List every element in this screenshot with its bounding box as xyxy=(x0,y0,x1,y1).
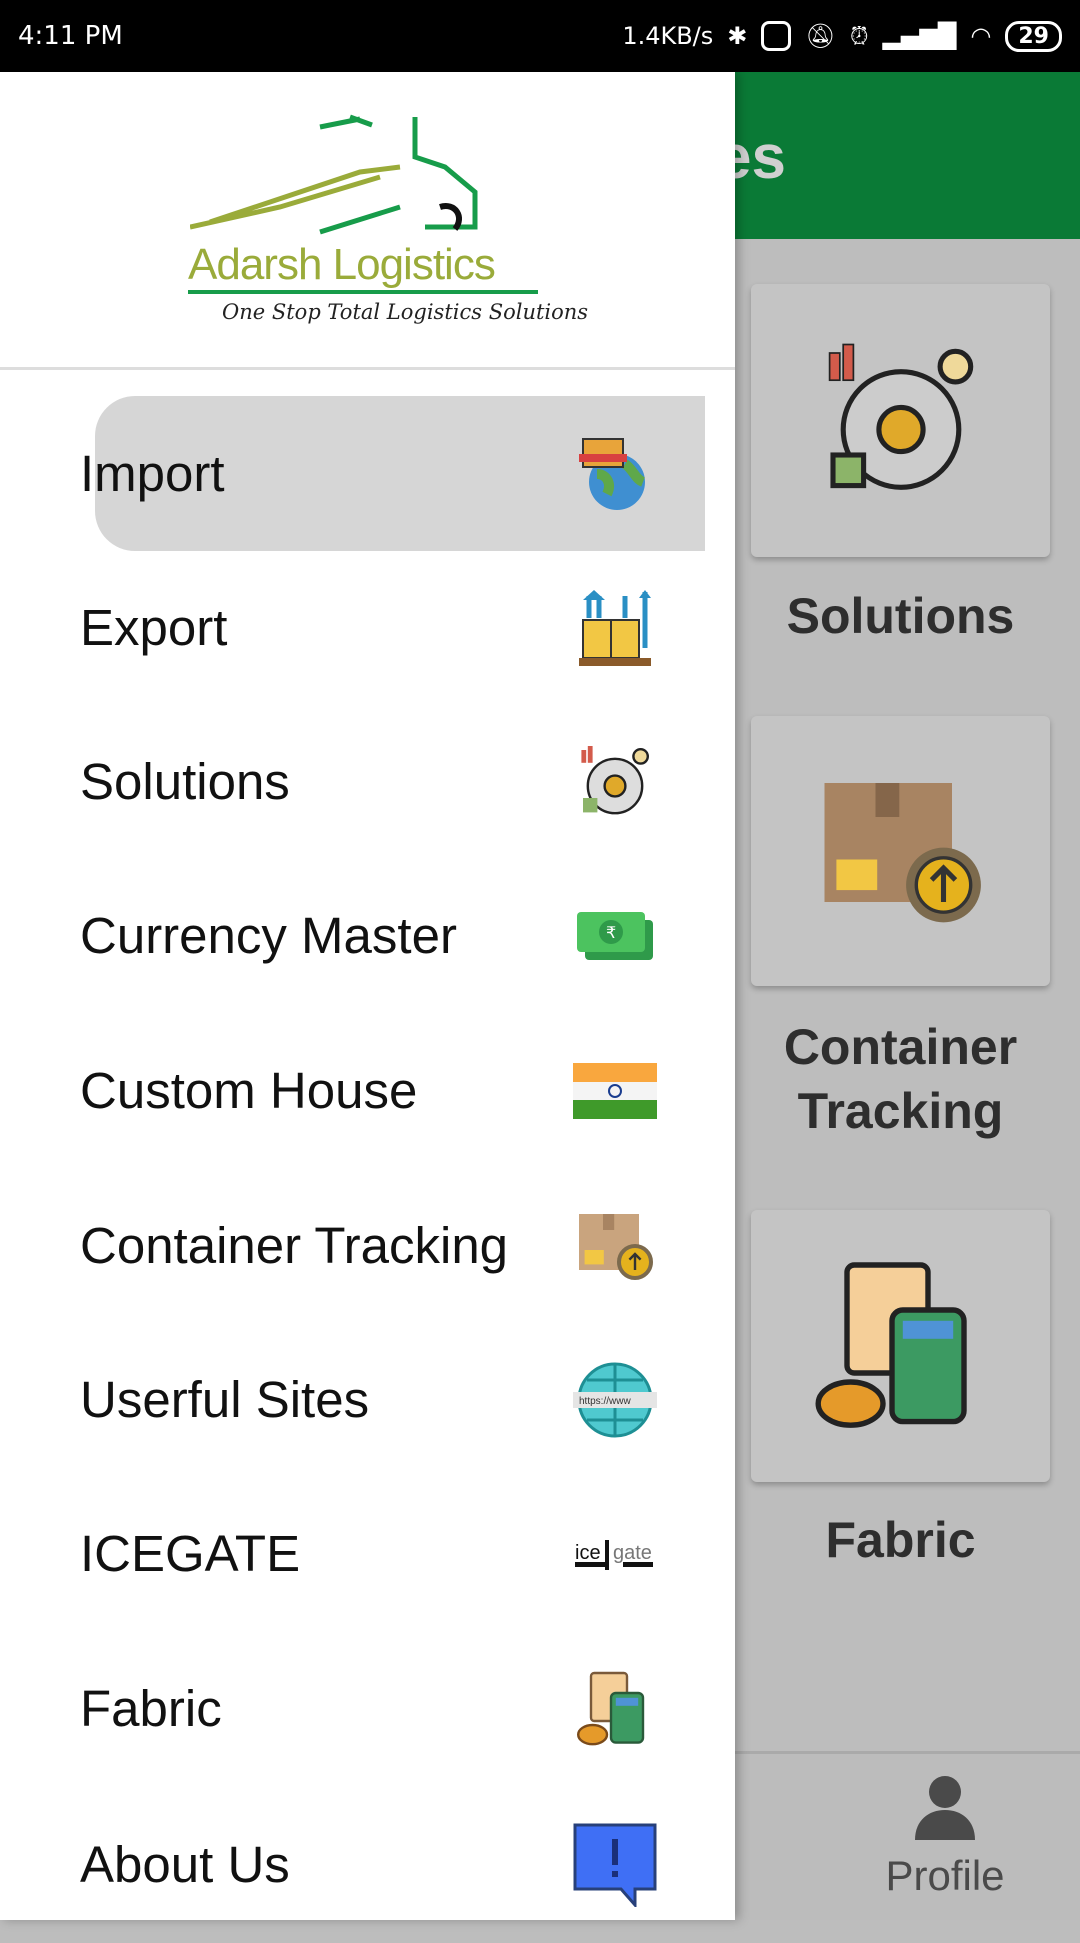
www-globe-icon: https://www xyxy=(573,1358,657,1442)
solutions-card[interactable] xyxy=(751,284,1050,557)
drawer-item-label: Currency Master xyxy=(80,907,457,964)
box-upload-icon xyxy=(824,783,981,923)
status-time: 4:11 PM xyxy=(18,21,123,51)
drawer-header: Adarsh Logistics One Stop Total Logistic… xyxy=(0,72,735,370)
drawer-item-label: Fabric xyxy=(80,1680,222,1737)
drawer-item-userful-sites[interactable]: Userful Sites https://www xyxy=(0,1322,735,1478)
container-tracking-card-label: Container Tracking xyxy=(783,1019,1018,1139)
rupee-note-icon: ₹ xyxy=(573,894,657,978)
mute-icon: 🔕︎ xyxy=(805,22,836,50)
drawer-item-custom-house[interactable]: Custom House xyxy=(0,1013,735,1169)
drawer-item-currency-master[interactable]: Currency Master ₹ xyxy=(0,858,735,1014)
drawer-item-label: Custom House xyxy=(80,1062,418,1119)
svg-text:₹: ₹ xyxy=(606,925,616,942)
container-tracking-card[interactable] xyxy=(751,716,1050,986)
box-upload-icon xyxy=(573,1204,657,1288)
logo-tagline: One Stop Total Logistics Solutions xyxy=(222,300,589,324)
gear-chart-icon xyxy=(573,740,657,824)
drawer-item-label: Export xyxy=(80,599,228,656)
drawer-item-import[interactable]: Import xyxy=(0,396,735,552)
bluetooth-icon: ✱ xyxy=(727,22,748,50)
logo-underline xyxy=(188,290,538,294)
drawer-item-container-tracking[interactable]: Container Tracking xyxy=(0,1168,735,1324)
info-chat-icon xyxy=(573,1823,657,1907)
alarm-icon: ⏰︎ xyxy=(849,22,869,50)
drawer-item-label: About Us xyxy=(80,1836,290,1893)
truck-logo-icon xyxy=(190,114,478,235)
drawer-item-label: Solutions xyxy=(80,753,290,810)
profile-tab[interactable]: Profile xyxy=(870,1772,1020,1900)
icegate-logo-icon: ice gate xyxy=(573,1512,657,1596)
svg-text:ice: ice xyxy=(575,1542,601,1564)
fabric-card-label: Fabric xyxy=(825,1512,976,1568)
drawer-item-fabric[interactable]: Fabric xyxy=(0,1631,735,1787)
toggle-icon xyxy=(761,21,792,51)
fabric-card[interactable] xyxy=(751,1210,1050,1482)
logo-name: Adarsh Logistics xyxy=(188,240,496,289)
wifi-icon: ◠ xyxy=(970,22,992,50)
drawer-item-label: Userful Sites xyxy=(80,1371,370,1428)
svg-text:gate: gate xyxy=(613,1542,652,1564)
drawer-item-icegate[interactable]: ICEGATE ice gate xyxy=(0,1476,735,1632)
drawer-item-label: Import xyxy=(80,445,225,502)
network-speed: 1.4KB/s xyxy=(622,22,714,50)
person-icon xyxy=(915,1776,975,1840)
drawer-item-export[interactable]: Export xyxy=(0,550,735,706)
solutions-card-label: Solutions xyxy=(786,588,1015,644)
gear-chart-icon xyxy=(828,343,973,490)
globe-boxes-icon xyxy=(573,432,657,516)
drawer-item-solutions[interactable]: Solutions xyxy=(0,704,735,860)
profile-label: Profile xyxy=(885,1852,1005,1899)
status-bar: 4:11 PM 1.4KB/s ✱ 🔕︎ ⏰︎ ▂▄▆█ ◠ 29 xyxy=(0,0,1080,72)
calculator-coins-icon xyxy=(573,1667,657,1751)
signal-icon: ▂▄▆█ xyxy=(882,22,957,50)
india-flag-icon xyxy=(573,1049,657,1133)
pallet-arrows-icon xyxy=(573,586,657,670)
drawer-item-label: ICEGATE xyxy=(80,1525,301,1582)
svg-text:https://www: https://www xyxy=(579,1396,631,1407)
drawer-item-label: Container Tracking xyxy=(80,1217,509,1274)
calculator-coins-icon xyxy=(815,1262,967,1428)
battery-icon: 29 xyxy=(1005,20,1062,52)
